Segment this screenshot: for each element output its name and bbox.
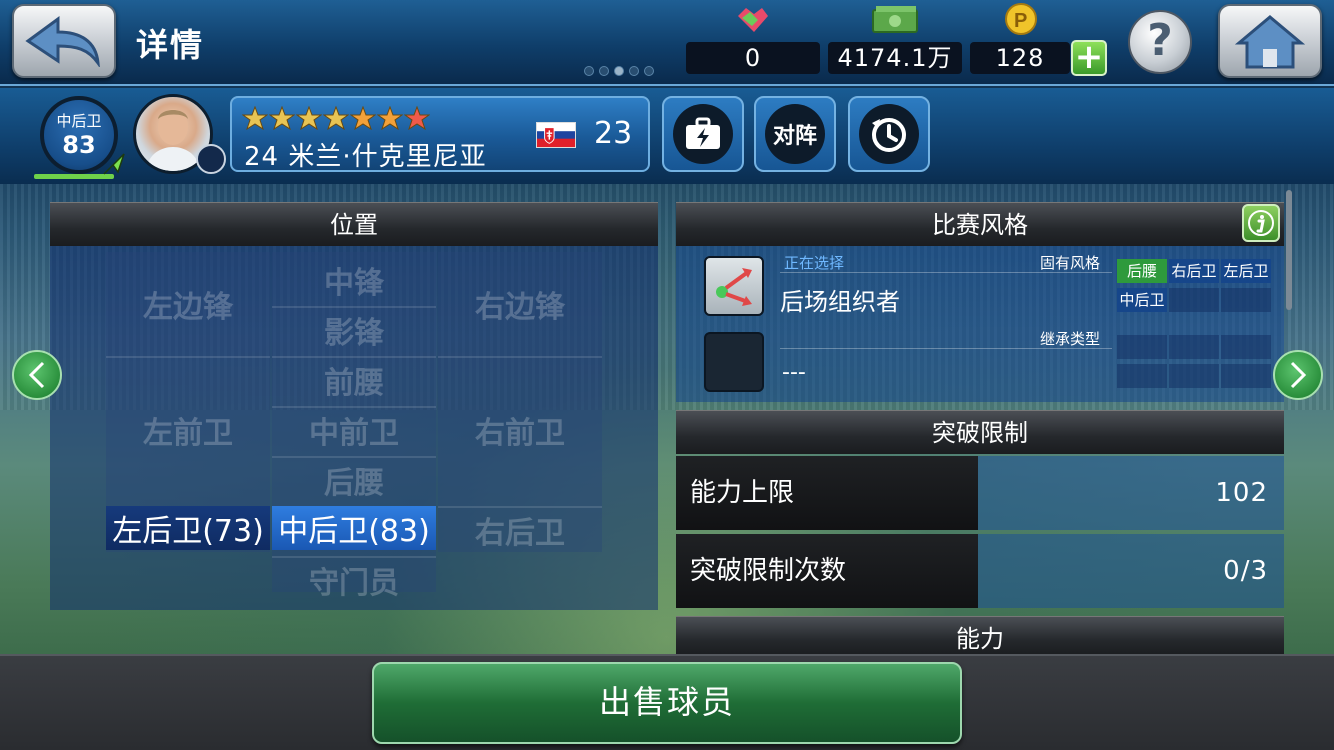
- page-title: 详情: [136, 26, 205, 64]
- star-icon: [323, 106, 349, 130]
- sell-player-button[interactable]: 出售球员: [372, 662, 962, 744]
- position-lwf[interactable]: 左边锋: [106, 282, 270, 326]
- previous-player-button[interactable]: [12, 350, 62, 400]
- style-tag: 中后卫: [1117, 288, 1167, 312]
- positions-panel-header: 位置: [50, 202, 658, 246]
- selecting-label: 正在选择: [784, 254, 845, 272]
- star-icon: [269, 106, 295, 130]
- limit-row: 突破限制次数 0/3: [676, 534, 1284, 608]
- star-icon: [377, 106, 403, 130]
- home-button[interactable]: [1218, 4, 1322, 78]
- home-icon: [1235, 15, 1305, 69]
- currency-money-value: 4174.1万: [828, 42, 962, 74]
- inherit-style-value: ---: [782, 360, 806, 385]
- style-arrows-icon: [716, 268, 752, 306]
- player-name: 24 米兰·什克里尼亚: [244, 142, 487, 172]
- add-coins-button[interactable]: +: [1071, 40, 1107, 76]
- position-cmf[interactable]: 中前卫: [272, 408, 436, 452]
- svg-text:P: P: [1014, 10, 1027, 32]
- position-amf[interactable]: 前腰: [272, 358, 436, 402]
- style-tag: 后腰: [1117, 259, 1167, 283]
- inherent-style-label: 固有风格: [1040, 254, 1101, 272]
- star-icon: [350, 106, 376, 130]
- position-gk[interactable]: 守门员: [272, 558, 436, 602]
- position-rb[interactable]: 右后卫: [438, 508, 602, 552]
- current-playing-style: 后场组织者: [780, 288, 900, 316]
- page-indicator: [584, 66, 654, 76]
- lineup-label: 对阵: [765, 104, 825, 164]
- position-ss[interactable]: 影锋: [272, 308, 436, 352]
- position-cf[interactable]: 中锋: [272, 258, 436, 302]
- info-icon: [1248, 210, 1274, 236]
- star-rating: [242, 106, 430, 130]
- condition-arrow-icon: [103, 153, 125, 175]
- coin-icon: P: [1005, 3, 1037, 35]
- style-tag: 左后卫: [1221, 259, 1271, 283]
- chevron-right-icon: [1290, 361, 1307, 389]
- currency-coin-value: 128: [970, 42, 1070, 74]
- ability-header: 能力: [676, 616, 1284, 656]
- currency-handshake-value: 0: [686, 42, 820, 74]
- position-cb[interactable]: 中后卫(83): [272, 506, 436, 550]
- player-age: 23: [594, 116, 633, 151]
- briefcase-bolt-icon: [686, 117, 720, 149]
- limit-break-header: 突破限制: [676, 410, 1284, 454]
- position-lb[interactable]: 左后卫(73): [106, 506, 270, 550]
- limit-row: 能力上限 102: [676, 456, 1284, 530]
- slovakia-flag-icon: [536, 122, 576, 148]
- scrollbar[interactable]: [1286, 190, 1292, 310]
- back-button[interactable]: [12, 4, 116, 78]
- star-icon: [404, 106, 430, 130]
- position-lmf[interactable]: 左前卫: [106, 408, 270, 452]
- money-icon: [872, 6, 918, 33]
- star-icon: [296, 106, 322, 130]
- style-tag: 右后卫: [1169, 259, 1219, 283]
- training-button[interactable]: [662, 96, 744, 172]
- position-rmf[interactable]: 右前卫: [438, 408, 602, 452]
- chevron-left-icon: [28, 361, 45, 389]
- player-info-card: 24 米兰·什克里尼亚 23: [230, 96, 650, 172]
- back-arrow-icon: [25, 16, 100, 67]
- handshake-icon: [738, 8, 768, 32]
- playmaker-style-icon[interactable]: [704, 256, 764, 316]
- history-button[interactable]: [848, 96, 930, 172]
- history-clock-icon: [872, 118, 906, 152]
- position-rwf[interactable]: 右边锋: [438, 282, 602, 326]
- max-level-label: 能力上限: [676, 456, 978, 530]
- next-player-button[interactable]: [1273, 350, 1323, 400]
- limit-break-count-label: 突破限制次数: [676, 534, 978, 608]
- star-icon: [242, 106, 268, 130]
- club-crest-icon: [196, 144, 226, 174]
- lineup-button[interactable]: 对阵: [754, 96, 836, 172]
- limit-break-count-value: 0/3: [978, 534, 1284, 608]
- position-dmf[interactable]: 后腰: [272, 458, 436, 502]
- inherit-style-label: 继承类型: [1040, 330, 1101, 348]
- position-label: 中后卫: [56, 112, 102, 130]
- playing-style-header: 比赛风格: [676, 202, 1284, 246]
- inherit-style-slot[interactable]: [704, 332, 764, 392]
- help-button[interactable]: ?: [1128, 10, 1192, 74]
- info-button[interactable]: [1242, 204, 1280, 242]
- max-level-value: 102: [978, 456, 1284, 530]
